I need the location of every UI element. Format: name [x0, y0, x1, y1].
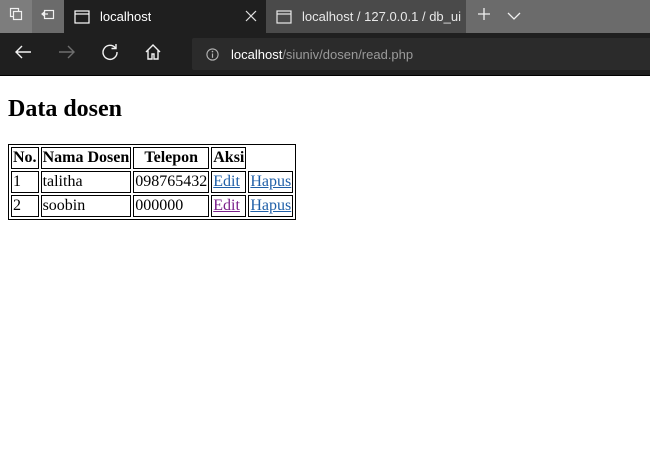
home-button[interactable]	[134, 33, 172, 75]
chevron-down-icon	[507, 8, 521, 26]
tab-actions-button[interactable]	[0, 0, 32, 33]
cell-telepon: 000000	[133, 195, 210, 217]
address-bar[interactable]: localhost/siuniv/dosen/read.php	[192, 38, 650, 70]
tab-title: localhost / 127.0.0.1 / db_ui	[302, 9, 462, 24]
table-row: 2 soobin 000000 Edit Hapus	[11, 195, 294, 217]
column-header-nama: Nama Dosen	[40, 147, 132, 169]
tab-menu-button[interactable]	[502, 0, 526, 33]
column-header-telepon: Telepon	[133, 147, 210, 169]
tab-actions-icon	[9, 7, 23, 26]
back-arrow-icon	[14, 44, 32, 65]
dosen-table: No. Nama Dosen Telepon Aksi 1 talitha 09…	[8, 144, 297, 220]
table-header-row: No. Nama Dosen Telepon Aksi	[11, 147, 293, 169]
cell-hapus: Hapus	[248, 171, 294, 193]
plus-icon	[477, 7, 491, 26]
set-aside-tabs-button[interactable]	[32, 0, 64, 33]
cell-no: 1	[11, 171, 39, 193]
home-icon	[144, 43, 162, 66]
page-icon	[276, 9, 292, 24]
cell-edit: Edit	[211, 195, 247, 217]
refresh-icon	[101, 43, 119, 66]
page-content: Data dosen No. Nama Dosen Telepon Aksi 1…	[0, 76, 650, 467]
set-aside-tabs-icon	[41, 7, 55, 26]
new-tab-button[interactable]	[472, 0, 496, 33]
column-header-aksi: Aksi	[211, 147, 247, 169]
tab-strip: localhost localhost / 127.0.0.1 / db_ui	[0, 0, 650, 33]
info-icon[interactable]	[206, 47, 219, 61]
browser-toolbar: localhost/siuniv/dosen/read.php	[0, 33, 650, 75]
forward-button[interactable]	[48, 33, 86, 75]
tab-phpmyadmin[interactable]: localhost / 127.0.0.1 / db_ui	[266, 0, 466, 33]
refresh-button[interactable]	[91, 33, 129, 75]
column-header-no: No.	[11, 147, 39, 169]
page-icon	[74, 9, 90, 24]
close-icon[interactable]	[244, 9, 258, 23]
hapus-link[interactable]: Hapus	[250, 173, 291, 190]
cell-telepon: 098765432	[133, 171, 210, 193]
edit-link[interactable]: Edit	[213, 197, 240, 214]
url-text: localhost/siuniv/dosen/read.php	[231, 47, 413, 62]
back-button[interactable]	[4, 33, 42, 75]
url-path: /siuniv/dosen/read.php	[282, 46, 414, 62]
edit-link[interactable]: Edit	[213, 173, 240, 190]
cell-nama: soobin	[40, 195, 132, 217]
page-title: Data dosen	[8, 96, 123, 122]
url-host: localhost	[231, 46, 283, 62]
tab-title: localhost	[100, 9, 152, 24]
cell-hapus: Hapus	[248, 195, 294, 217]
forward-arrow-icon	[58, 44, 76, 65]
hapus-link[interactable]: Hapus	[250, 197, 291, 214]
tab-localhost[interactable]: localhost	[64, 0, 266, 33]
empty-header-cell	[248, 147, 293, 169]
cell-no: 2	[11, 195, 39, 217]
cell-edit: Edit	[211, 171, 247, 193]
table-row: 1 talitha 098765432 Edit Hapus	[11, 171, 294, 193]
cell-nama: talitha	[40, 171, 132, 193]
